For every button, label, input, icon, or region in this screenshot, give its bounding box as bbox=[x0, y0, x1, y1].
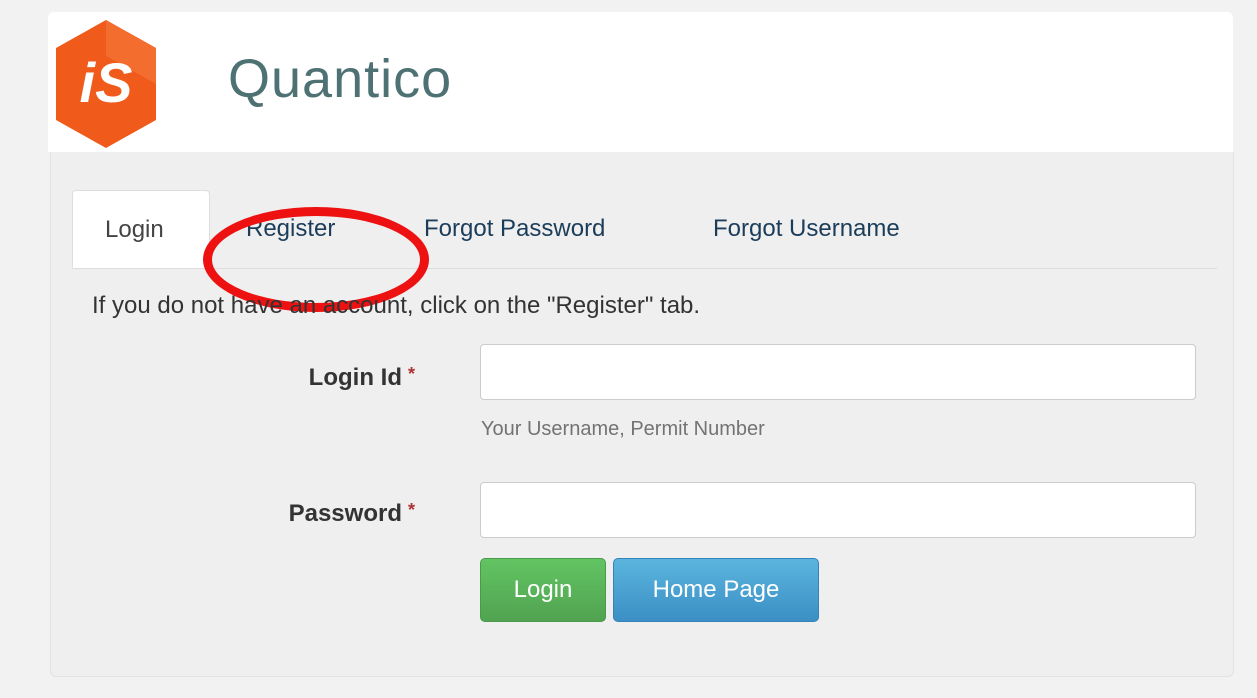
tab-forgot-username[interactable]: Forgot Username bbox=[713, 190, 900, 268]
login-id-label-text: Login Id bbox=[308, 364, 402, 391]
password-input[interactable] bbox=[480, 482, 1196, 538]
login-id-label: Login Id * bbox=[309, 364, 415, 392]
logo-icon: iS bbox=[56, 20, 156, 148]
password-label: Password * bbox=[289, 500, 415, 528]
tab-login[interactable]: Login bbox=[72, 190, 210, 268]
password-label-text: Password bbox=[288, 500, 402, 527]
required-marker: * bbox=[407, 364, 415, 384]
tab-forgot-password[interactable]: Forgot Password bbox=[424, 190, 605, 268]
required-marker: * bbox=[407, 500, 415, 520]
home-page-button[interactable]: Home Page bbox=[613, 558, 819, 622]
tab-bar: Login Register Forgot Password Forgot Us… bbox=[72, 190, 1217, 312]
logo-text: iS bbox=[80, 51, 133, 114]
register-hint-text: If you do not have an account, click on … bbox=[92, 292, 701, 319]
login-id-help: Your Username, Permit Number bbox=[481, 418, 765, 440]
login-id-input[interactable] bbox=[480, 344, 1196, 400]
login-button[interactable]: Login bbox=[480, 558, 606, 622]
header: iS Quantico bbox=[48, 12, 1233, 152]
login-panel: Login Register Forgot Password Forgot Us… bbox=[50, 152, 1234, 677]
tab-register[interactable]: Register bbox=[246, 190, 335, 268]
page: iS Quantico Login Register Forgot Passwo… bbox=[0, 0, 1257, 698]
brand-name: Quantico bbox=[228, 49, 453, 109]
